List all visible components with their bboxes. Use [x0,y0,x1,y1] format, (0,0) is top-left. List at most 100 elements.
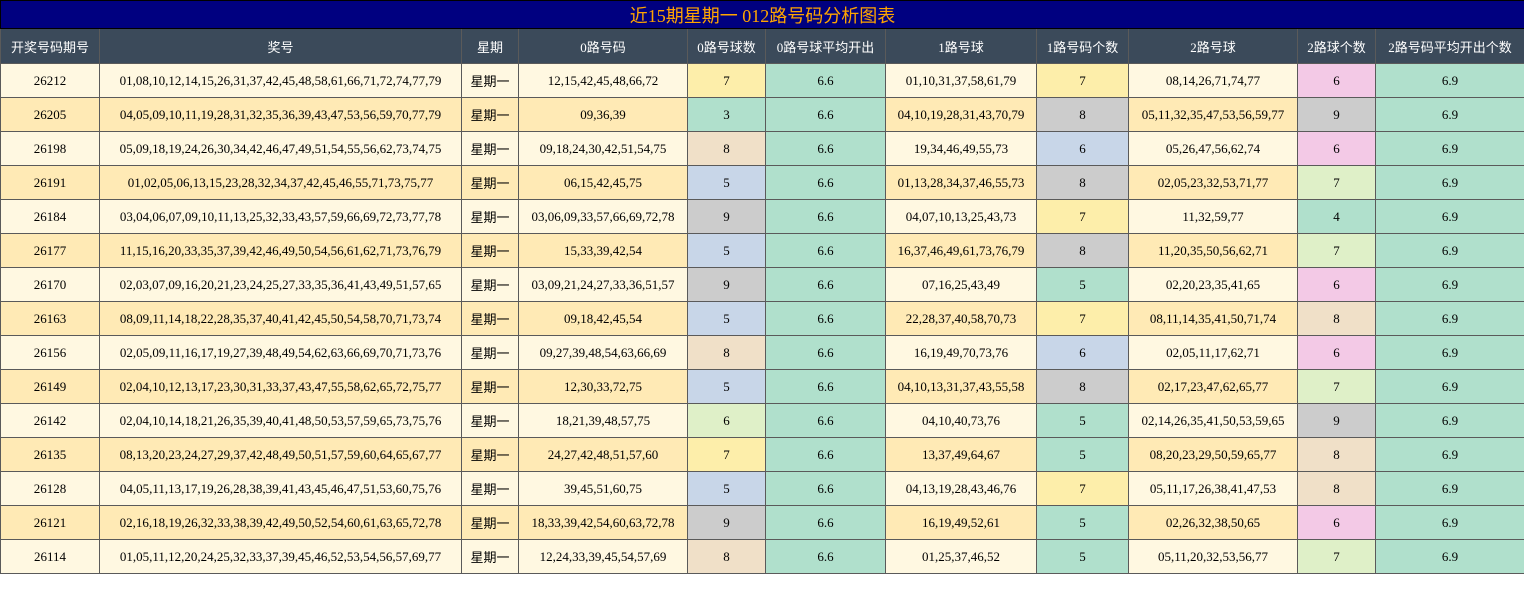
route2-avg-cell: 6.9 [1374,267,1524,302]
table-row: 26128 04,05,11,13,17,19,26,28,38,39,41,43… [0,471,1524,506]
header-cell: 2路球个数 [1297,28,1376,64]
route0-avg-cell: 6.6 [765,335,886,370]
route1-count-cell: 8 [1036,165,1129,200]
issue-cell: 26184 [0,199,100,234]
route0-avg-cell: 6.6 [765,539,886,574]
route2-count-cell: 8 [1297,437,1376,472]
header-cell: 1路号球 [885,28,1037,64]
route0-avg-cell: 6.6 [765,131,886,166]
route0-avg-cell: 6.6 [765,369,886,404]
route0-avg-cell: 6.6 [765,403,886,438]
route1-count-cell: 5 [1036,539,1129,574]
route2-avg-cell: 6.9 [1374,369,1524,404]
route0-numbers-cell: 09,18,42,45,54 [518,301,688,336]
table-row: 26142 02,04,10,14,18,21,26,35,39,40,41,48… [0,403,1524,438]
route0-numbers-cell: 06,15,42,45,75 [518,165,688,200]
numbers-cell: 05,09,18,19,24,26,30,34,42,46,47,49,51,5… [99,131,462,166]
issue-cell: 26121 [0,505,100,540]
route1-count-cell: 7 [1036,63,1129,98]
route0-count-cell: 7 [687,437,766,472]
numbers-cell: 01,08,10,12,14,15,26,31,37,42,45,48,58,6… [99,63,462,98]
weekday-cell: 星期一 [461,335,519,370]
route0-count-cell: 8 [687,335,766,370]
route0-numbers-cell: 12,24,33,39,45,54,57,69 [518,539,688,574]
route0-avg-cell: 6.6 [765,301,886,336]
route1-numbers-cell: 16,19,49,70,73,76 [885,335,1037,370]
route2-count-cell: 9 [1297,403,1376,438]
header-cell: 0路号码 [518,28,688,64]
route2-avg-cell: 6.9 [1374,233,1524,268]
route2-count-cell: 6 [1297,131,1376,166]
route0-avg-cell: 6.6 [765,97,886,132]
header-cell: 开奖号码期号 [0,28,100,64]
route1-count-cell: 7 [1036,199,1129,234]
numbers-cell: 02,04,10,12,13,17,23,30,31,33,37,43,47,5… [99,369,462,404]
analysis-table: 近15期星期一 012路号码分析图表 开奖号码期号 奖号 星期 0路号码 0路号… [0,0,1524,574]
weekday-cell: 星期一 [461,165,519,200]
route0-count-cell: 9 [687,199,766,234]
route2-avg-cell: 6.9 [1374,335,1524,370]
route2-avg-cell: 6.9 [1374,539,1524,574]
route2-avg-cell: 6.9 [1374,97,1524,132]
weekday-cell: 星期一 [461,97,519,132]
issue-cell: 26191 [0,165,100,200]
route0-avg-cell: 6.6 [765,233,886,268]
route1-count-cell: 5 [1036,403,1129,438]
route0-count-cell: 5 [687,301,766,336]
route0-count-cell: 9 [687,505,766,540]
route0-count-cell: 9 [687,267,766,302]
table-body: 26212 01,08,10,12,14,15,26,31,37,42,45,48… [0,63,1524,574]
table-row: 26135 08,13,20,23,24,27,29,37,42,48,49,50… [0,437,1524,472]
route1-numbers-cell: 01,25,37,46,52 [885,539,1037,574]
route2-numbers-cell: 08,20,23,29,50,59,65,77 [1128,437,1298,472]
weekday-cell: 星期一 [461,267,519,302]
issue-cell: 26114 [0,539,100,574]
route0-numbers-cell: 18,21,39,48,57,75 [518,403,688,438]
table-row: 26205 04,05,09,10,11,19,28,31,32,35,36,39… [0,97,1524,132]
route2-count-cell: 7 [1297,539,1376,574]
route0-avg-cell: 6.6 [765,505,886,540]
route0-count-cell: 5 [687,369,766,404]
route1-numbers-cell: 16,37,46,49,61,73,76,79 [885,233,1037,268]
issue-cell: 26177 [0,233,100,268]
table-row: 26184 03,04,06,07,09,10,11,13,25,32,33,43… [0,199,1524,234]
route1-numbers-cell: 07,16,25,43,49 [885,267,1037,302]
route0-count-cell: 5 [687,165,766,200]
weekday-cell: 星期一 [461,63,519,98]
numbers-cell: 01,05,11,12,20,24,25,32,33,37,39,45,46,5… [99,539,462,574]
numbers-cell: 04,05,11,13,17,19,26,28,38,39,41,43,45,4… [99,471,462,506]
route0-count-cell: 6 [687,403,766,438]
route2-avg-cell: 6.9 [1374,471,1524,506]
route2-numbers-cell: 05,26,47,56,62,74 [1128,131,1298,166]
route2-avg-cell: 6.9 [1374,63,1524,98]
route0-avg-cell: 6.6 [765,165,886,200]
route1-numbers-cell: 22,28,37,40,58,70,73 [885,301,1037,336]
route0-count-cell: 7 [687,63,766,98]
route2-count-cell: 8 [1297,301,1376,336]
numbers-cell: 04,05,09,10,11,19,28,31,32,35,36,39,43,4… [99,97,462,132]
issue-cell: 26142 [0,403,100,438]
route0-avg-cell: 6.6 [765,471,886,506]
header-cell: 0路号球数 [687,28,766,64]
route0-numbers-cell: 24,27,42,48,51,57,60 [518,437,688,472]
route2-numbers-cell: 02,26,32,38,50,65 [1128,505,1298,540]
numbers-cell: 08,09,11,14,18,22,28,35,37,40,41,42,45,5… [99,301,462,336]
numbers-cell: 02,16,18,19,26,32,33,38,39,42,49,50,52,5… [99,505,462,540]
route1-numbers-cell: 04,07,10,13,25,43,73 [885,199,1037,234]
route2-numbers-cell: 11,20,35,50,56,62,71 [1128,233,1298,268]
numbers-cell: 11,15,16,20,33,35,37,39,42,46,49,50,54,5… [99,233,462,268]
header-cell: 2路号码平均开出个数 [1374,28,1524,64]
route1-numbers-cell: 04,10,40,73,76 [885,403,1037,438]
route1-count-cell: 6 [1036,335,1129,370]
route1-count-cell: 8 [1036,369,1129,404]
route2-numbers-cell: 08,14,26,71,74,77 [1128,63,1298,98]
route1-count-cell: 6 [1036,131,1129,166]
route1-count-cell: 7 [1036,301,1129,336]
issue-cell: 26128 [0,471,100,506]
issue-cell: 26163 [0,301,100,336]
table-row: 26177 11,15,16,20,33,35,37,39,42,46,49,50… [0,233,1524,268]
route0-numbers-cell: 39,45,51,60,75 [518,471,688,506]
numbers-cell: 02,04,10,14,18,21,26,35,39,40,41,48,50,5… [99,403,462,438]
route2-avg-cell: 6.9 [1374,505,1524,540]
route0-numbers-cell: 12,15,42,45,48,66,72 [518,63,688,98]
